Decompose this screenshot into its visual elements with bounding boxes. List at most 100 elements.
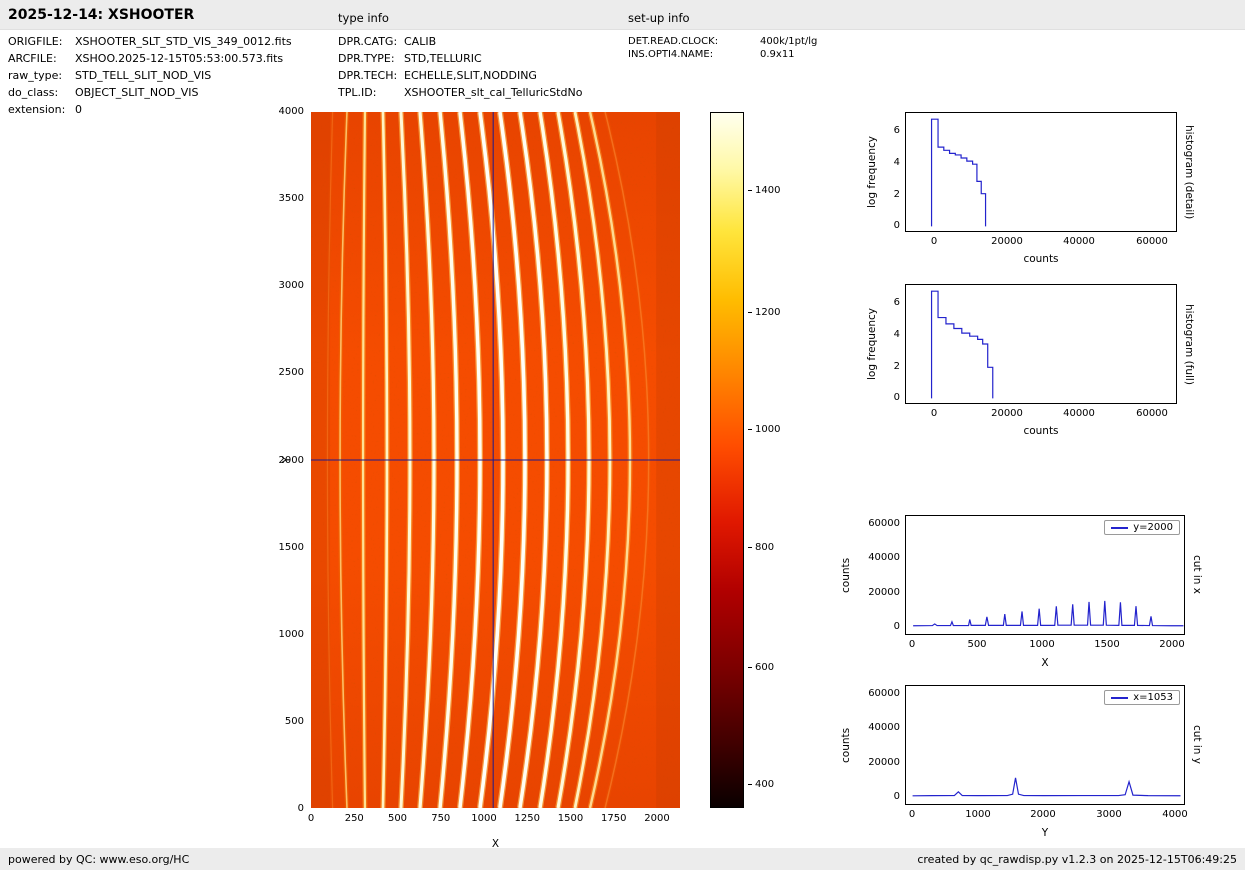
axis-tick-label: 1000 xyxy=(464,813,504,824)
axis-tick-label: 0 xyxy=(291,813,331,824)
axis-tick-label: 500 xyxy=(378,813,418,824)
axis-tick-label: 2000 xyxy=(1152,639,1192,650)
histogram-full-x-label: counts xyxy=(905,425,1177,437)
axis-tick-label: 40000 xyxy=(856,722,900,733)
colorbar-tick-label: 400 xyxy=(748,779,774,790)
axis-tick-label: 20000 xyxy=(987,408,1027,419)
setup-info-heading: set-up info xyxy=(628,11,690,25)
type-info-heading: type info xyxy=(338,11,389,25)
echelle-raw-image xyxy=(311,112,680,808)
footer-created-by: created by qc_rawdisp.py v1.2.3 on 2025-… xyxy=(917,853,1237,866)
type-info-label: DPR.TECH: xyxy=(338,69,404,83)
axis-tick-label: 2000 xyxy=(637,813,677,824)
axis-tick-label: 6 xyxy=(884,125,900,136)
cut-in-y-x-label: Y xyxy=(905,827,1185,839)
axis-tick-label: 0 xyxy=(856,621,900,632)
histogram-full-curve xyxy=(906,285,1176,403)
type-info-block: DPR.CATG:CALIB DPR.TYPE:STD,TELLURIC DPR… xyxy=(338,35,582,100)
histogram-detail-curve xyxy=(906,113,1176,231)
axis-tick-label: 20000 xyxy=(856,587,900,598)
axis-tick-label: 1500 xyxy=(551,813,591,824)
axis-tick-label: 6 xyxy=(884,297,900,308)
axis-tick-label: 4 xyxy=(884,157,900,168)
axis-tick-label: 500 xyxy=(957,639,997,650)
setup-info-value: 0.9x11 xyxy=(760,49,817,60)
axis-tick-label: 60000 xyxy=(856,688,900,699)
axis-tick-label: 0 xyxy=(914,236,954,247)
footer-qc-link[interactable]: www.eso.org/HC xyxy=(100,853,190,866)
setup-info-value: 400k/1pt/lg xyxy=(760,36,817,47)
file-info-label: raw_type: xyxy=(8,69,75,83)
setup-info-label: INS.OPTI4.NAME: xyxy=(628,49,760,60)
file-info-value: STD_TELL_SLIT_NOD_VIS xyxy=(75,69,292,83)
colorbar-tick-label: 800 xyxy=(748,542,774,553)
file-info-label: ARCFILE: xyxy=(8,52,75,66)
cut-in-y-legend: x=1053 xyxy=(1104,690,1180,705)
cut-in-x-y-label: counts xyxy=(840,515,852,635)
axis-tick-label: 1000 xyxy=(260,627,304,642)
header-bar: 2025-12-14: XSHOOTER type info set-up in… xyxy=(0,0,1245,30)
axis-tick-label: 60000 xyxy=(1132,236,1172,247)
axis-tick-label: 1000 xyxy=(1022,639,1062,650)
axis-tick-label: 1500 xyxy=(260,540,304,555)
cut-in-x-side-label: cut in x xyxy=(1191,515,1203,635)
histogram-full-y-label: log frequency xyxy=(866,284,878,404)
axis-tick-label: 1500 xyxy=(1087,639,1127,650)
histogram-full-side-label: histogram (full) xyxy=(1183,284,1195,404)
type-info-value: ECHELLE,SLIT,NODDING xyxy=(404,69,582,83)
main-plot-y-axis-label: Y xyxy=(281,450,293,470)
file-info-value: XSHOOTER_SLT_STD_VIS_349_0012.fits xyxy=(75,35,292,49)
histogram-detail-plot xyxy=(905,112,1177,232)
axis-tick-label: 40000 xyxy=(856,552,900,563)
main-plot-x-axis-ticks: 0 250 500 750 1000 1250 1500 1750 2000 xyxy=(291,813,677,824)
legend-line-swatch xyxy=(1111,527,1128,529)
axis-tick-label: 60000 xyxy=(856,518,900,529)
setup-info-label: DET.READ.CLOCK: xyxy=(628,36,760,47)
legend-line-swatch xyxy=(1111,697,1128,699)
axis-tick-label: 1000 xyxy=(958,809,998,820)
histogram-full-plot xyxy=(905,284,1177,404)
cut-in-y-plot: x=1053 xyxy=(905,685,1185,805)
histogram-detail-y-label: log frequency xyxy=(866,112,878,232)
qc-rawdisp-page: 2025-12-14: XSHOOTER type info set-up in… xyxy=(0,0,1245,870)
file-info-label: do_class: xyxy=(8,86,75,100)
axis-tick-label: 40000 xyxy=(1059,236,1099,247)
axis-tick-label: 0 xyxy=(884,220,900,231)
setup-info-block: DET.READ.CLOCK:400k/1pt/lg INS.OPTI4.NAM… xyxy=(628,36,817,60)
axis-tick-label: 0 xyxy=(856,791,900,802)
axis-tick-label: 2 xyxy=(884,189,900,200)
colorbar-tick-label: 600 xyxy=(748,662,774,673)
cut-in-x-x-label: X xyxy=(905,657,1185,669)
axis-tick-label: 4000 xyxy=(260,104,304,119)
axis-tick-label: 750 xyxy=(421,813,461,824)
axis-tick-label: 3000 xyxy=(260,278,304,293)
footer-powered-by: powered by QC: www.eso.org/HC xyxy=(8,853,189,866)
cut-in-y-side-label: cut in y xyxy=(1191,685,1203,805)
file-info-value: OBJECT_SLIT_NOD_VIS xyxy=(75,86,292,100)
axis-tick-label: 20000 xyxy=(987,236,1027,247)
axis-tick-label: 1250 xyxy=(507,813,547,824)
file-info-label: ORIGFILE: xyxy=(8,35,75,49)
echelle-image-svg xyxy=(311,112,680,808)
type-info-label: TPL.ID: xyxy=(338,86,404,100)
type-info-value: XSHOOTER_slt_cal_TelluricStdNo xyxy=(404,86,582,100)
axis-tick-label: 2000 xyxy=(1023,809,1063,820)
type-info-label: DPR.CATG: xyxy=(338,35,404,49)
axis-tick-label: 60000 xyxy=(1132,408,1172,419)
colorbar-tick-label: 1200 xyxy=(748,307,780,318)
axis-tick-label: 20000 xyxy=(856,757,900,768)
file-info-block: ORIGFILE:XSHOOTER_SLT_STD_VIS_349_0012.f… xyxy=(8,35,292,117)
cut-in-x-legend: y=2000 xyxy=(1104,520,1180,535)
cut-in-x-plot: y=2000 xyxy=(905,515,1185,635)
file-info-label: extension: xyxy=(8,103,75,117)
axis-tick-label: 2 xyxy=(884,361,900,372)
axis-tick-label: 250 xyxy=(334,813,374,824)
colorbar-tick-label: 1400 xyxy=(748,185,780,196)
axis-tick-label: 3000 xyxy=(1089,809,1129,820)
legend-label: y=2000 xyxy=(1133,522,1173,533)
footer-bar: powered by QC: www.eso.org/HC created by… xyxy=(0,848,1245,870)
axis-tick-label: 40000 xyxy=(1059,408,1099,419)
type-info-value: CALIB xyxy=(404,35,582,49)
type-info-value: STD,TELLURIC xyxy=(404,52,582,66)
axis-tick-label: 500 xyxy=(260,714,304,729)
